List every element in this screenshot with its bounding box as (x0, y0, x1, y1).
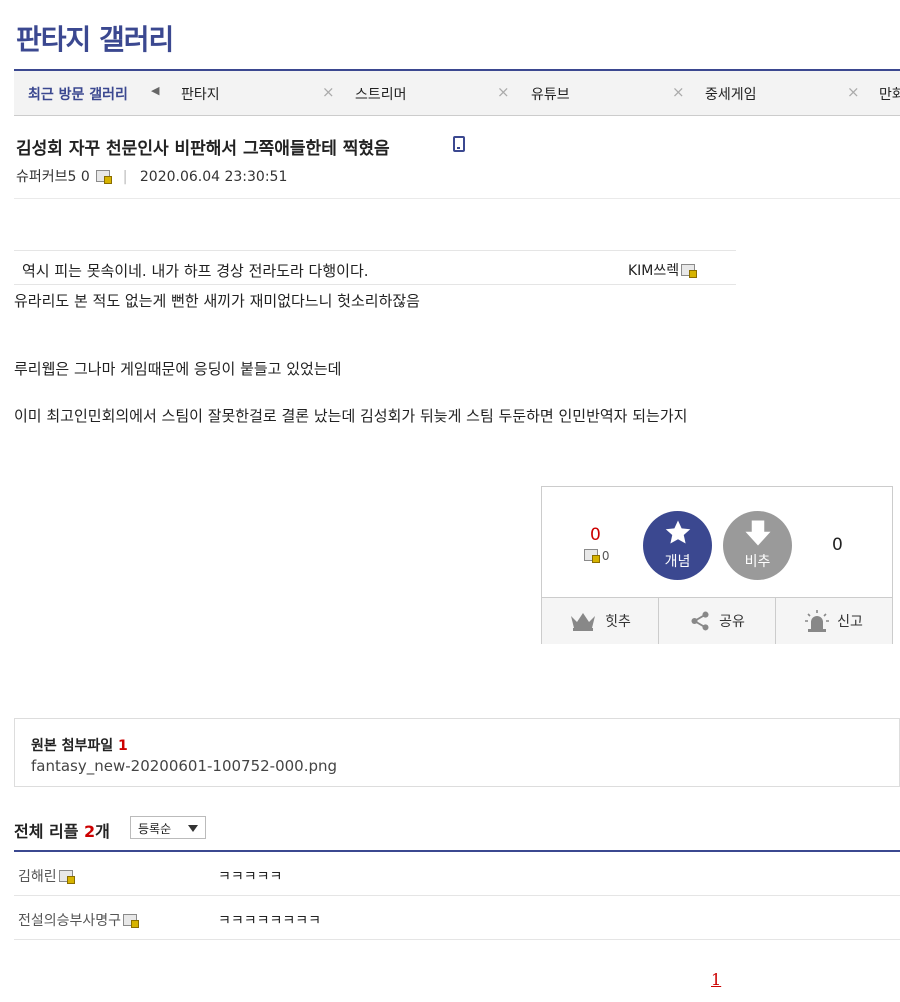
post-body-line: 이미 최고인민회의에서 스팀이 잘못한걸로 결론 났는데 김성회가 뒤늦게 스팀… (14, 407, 688, 425)
crown-icon (571, 613, 596, 631)
comment-text: ㅋㅋㅋㅋㅋ (218, 869, 283, 885)
attachment-file-link[interactable]: fantasy_new-20200601-100752-000.png (31, 757, 337, 775)
recent-close-icon[interactable]: × (322, 83, 335, 101)
quote-text: 역시 피는 못속이네. 내가 하프 경상 전라도라 다행이다. (22, 262, 369, 280)
comment-author[interactable]: 김해린 (18, 866, 75, 886)
divider (14, 198, 900, 199)
upvote-count: 0 (590, 525, 601, 545)
recent-prev-arrow-icon[interactable]: ◀ (151, 84, 159, 97)
comment-sort-select[interactable]: 등록순 (130, 816, 206, 839)
quoted-comment: 역시 피는 못속이네. 내가 하프 경상 전라도라 다행이다. KIM쓰렉 (14, 250, 736, 285)
gallerycon-icon (123, 914, 140, 928)
recent-gallery-item[interactable]: 판타지 (181, 84, 220, 104)
recent-close-icon[interactable]: × (847, 83, 860, 101)
recent-gallery-item[interactable]: 만화 (879, 84, 900, 104)
recent-gallery-item[interactable]: 스트리머 (355, 84, 407, 104)
share-button[interactable]: 공유 (659, 598, 776, 644)
comment-author[interactable]: 전설의승부사명구 (18, 910, 140, 930)
quote-author: KIM쓰렉 (628, 260, 698, 280)
pagination-current-page[interactable]: 1 (711, 970, 721, 989)
recent-gallery-item[interactable]: 중세게임 (705, 84, 757, 104)
siren-icon (805, 610, 830, 632)
post-title: 김성회 자꾸 천문인사 비판해서 그쪽애들한테 찍혔음 (16, 139, 390, 159)
gallerycon-icon (584, 549, 600, 563)
gallerycon-icon[interactable] (96, 170, 113, 184)
arrow-down-icon (745, 520, 771, 546)
post-date: 2020.06.04 23:30:51 (139, 169, 288, 185)
share-icon (691, 611, 709, 631)
meta-separator: | (122, 169, 128, 185)
gallerycon-icon (681, 264, 698, 278)
attachment-title: 원본 첨부파일 1 (31, 738, 128, 754)
hit-recommend-label: 힛추 (605, 614, 631, 630)
vote-box: 0 0 개념 비추 0 힛추 공유 신고 (541, 486, 893, 644)
recent-galleries-bar: 최근 방문 갤러리 ◀ 판타지 × 스트리머 × 유튜브 × 중세게임 × 만화 (14, 69, 900, 116)
comment-row: 김해린 ㅋㅋㅋㅋㅋ (14, 852, 900, 896)
downvote-count: 0 (832, 535, 843, 555)
recent-gallery-item[interactable]: 유튜브 (531, 84, 570, 104)
caret-down-icon (188, 825, 198, 832)
comments-count: 2 (84, 822, 96, 841)
upvote-label: 개념 (664, 554, 691, 570)
comment-row: 전설의승부사명구 ㅋㅋㅋㅋㅋㅋㅋㅋ (14, 896, 900, 940)
downvote-label: 비추 (744, 554, 771, 570)
downvote-button[interactable]: 비추 (723, 511, 792, 580)
fixed-upvote-count: 0 (582, 549, 609, 563)
recent-close-icon[interactable]: × (672, 83, 685, 101)
post-body-line: 유라리도 본 적도 없는게 뻔한 새끼가 재미없다느니 헛소리하잖음 (14, 292, 420, 310)
comment-text: ㅋㅋㅋㅋㅋㅋㅋㅋ (218, 913, 322, 929)
share-label: 공유 (719, 614, 745, 630)
sort-selected-value: 등록순 (138, 822, 172, 836)
upvote-button[interactable]: 개념 (643, 511, 712, 580)
attachment-box: 원본 첨부파일 1 fantasy_new-20200601-100752-00… (14, 718, 900, 787)
star-icon (665, 520, 691, 544)
comments-header: 전체 리플 2개 (14, 822, 110, 841)
post-author[interactable]: 슈퍼커브5 0 (16, 169, 90, 185)
post-meta: 슈퍼커브5 0 | 2020.06.04 23:30:51 (16, 166, 287, 186)
recent-close-icon[interactable]: × (497, 83, 510, 101)
gallerycon-icon (58, 870, 75, 884)
mobile-icon (453, 136, 465, 152)
vote-actions: 힛추 공유 신고 (542, 597, 892, 644)
report-button[interactable]: 신고 (776, 598, 892, 644)
recent-galleries-label: 최근 방문 갤러리 (28, 87, 128, 103)
attachment-count: 1 (118, 738, 128, 754)
hit-recommend-button[interactable]: 힛추 (542, 598, 659, 644)
gallery-title[interactable]: 판타지 갤러리 (16, 18, 174, 58)
report-label: 신고 (837, 614, 863, 630)
post-body-line: 루리웹은 그나마 게임때문에 응딩이 붙들고 있었는데 (14, 360, 342, 378)
